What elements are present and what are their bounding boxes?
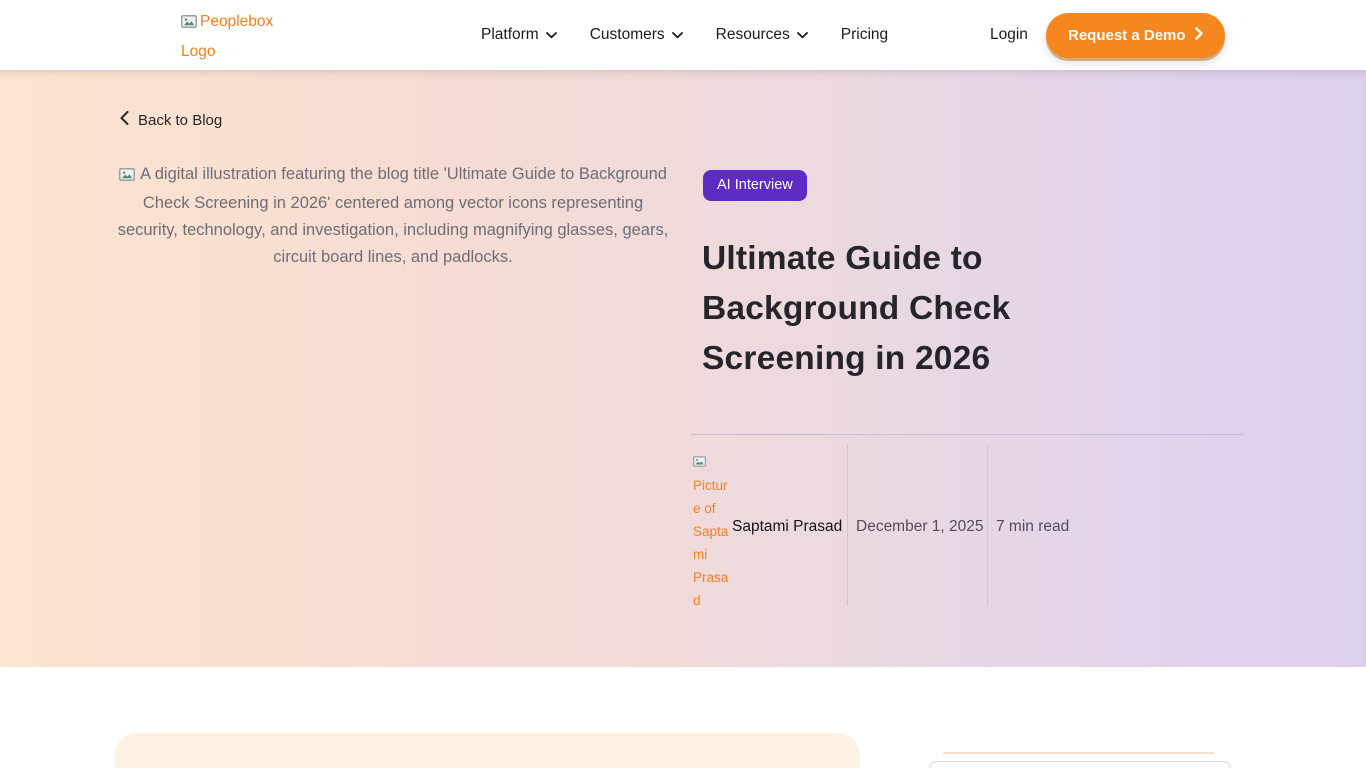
nav-item-resources[interactable]: Resources bbox=[716, 26, 808, 44]
sidebar-card-accent bbox=[943, 752, 1215, 754]
author-name: Saptami Prasad bbox=[732, 518, 842, 536]
meta-top-divider bbox=[691, 434, 1243, 435]
broken-image-icon bbox=[181, 10, 197, 38]
sidebar-card-top bbox=[929, 761, 1231, 768]
nav-label: Customers bbox=[590, 26, 665, 44]
page: Peoplebox Logo Platform Customers Resour… bbox=[0, 0, 1366, 768]
chevron-down-icon bbox=[797, 26, 808, 44]
meta-vertical-divider bbox=[987, 445, 988, 606]
hero-section: Back to Blog A digital illustration feat… bbox=[0, 70, 1366, 667]
author-avatar-broken: Picture of Saptami Prasad bbox=[693, 449, 730, 612]
publish-date: December 1, 2025 bbox=[856, 518, 984, 536]
chevron-down-icon bbox=[672, 26, 683, 44]
login-link[interactable]: Login bbox=[990, 0, 1028, 70]
peoplebox-logo[interactable]: Peoplebox Logo bbox=[181, 8, 293, 66]
meta-vertical-divider bbox=[847, 445, 848, 606]
hero-image-alt-text: A digital illustration featuring the blo… bbox=[118, 165, 669, 266]
nav-item-customers[interactable]: Customers bbox=[590, 26, 683, 44]
header: Peoplebox Logo Platform Customers Resour… bbox=[0, 0, 1366, 70]
broken-image-icon bbox=[119, 163, 135, 190]
request-demo-button[interactable]: Request a Demo bbox=[1046, 13, 1225, 58]
back-to-blog-label: Back to Blog bbox=[138, 112, 222, 129]
chevron-left-icon bbox=[120, 111, 129, 129]
content-card-top bbox=[115, 733, 860, 768]
nav-label: Platform bbox=[481, 26, 539, 44]
main-nav: Platform Customers Resources Pricing bbox=[481, 0, 888, 70]
category-badge[interactable]: AI Interview bbox=[703, 170, 807, 201]
chevron-down-icon bbox=[546, 26, 557, 44]
nav-item-pricing[interactable]: Pricing bbox=[841, 26, 888, 44]
nav-item-platform[interactable]: Platform bbox=[481, 26, 557, 44]
author-avatar-alt-text: Picture of Saptami Prasad bbox=[693, 478, 728, 608]
content-section bbox=[0, 667, 1366, 768]
article-title: Ultimate Guide to Background Check Scree… bbox=[702, 234, 1084, 384]
chevron-right-icon bbox=[1195, 27, 1203, 44]
nav-label: Resources bbox=[716, 26, 790, 44]
broken-image-icon bbox=[693, 451, 706, 474]
hero-image-broken: A digital illustration featuring the blo… bbox=[113, 161, 673, 271]
nav-label: Pricing bbox=[841, 26, 888, 44]
read-time: 7 min read bbox=[996, 518, 1069, 536]
back-to-blog-link[interactable]: Back to Blog bbox=[120, 111, 222, 129]
cta-label: Request a Demo bbox=[1068, 27, 1186, 44]
